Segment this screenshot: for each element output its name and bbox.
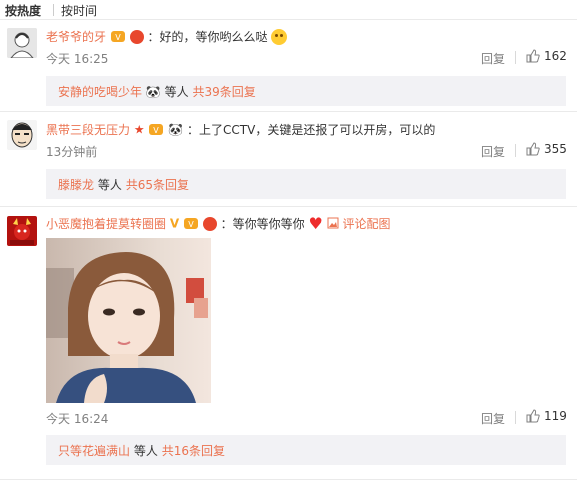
reply-button[interactable]: 回复 <box>481 410 505 427</box>
avatar[interactable] <box>7 216 37 246</box>
avatar-portrait-icon <box>7 28 37 58</box>
comment-author[interactable]: 老爷爷的牙 <box>46 30 106 44</box>
comment-author[interactable]: 黑带三段无压力 <box>46 123 130 137</box>
divider <box>0 206 577 207</box>
vip-badge-icon: V <box>183 216 199 232</box>
reply-preview-text: 只等花遍满山 等人 共16条回复 <box>58 442 225 459</box>
reply-preview[interactable]: 安静的吃喝少年 🐼 等人 共39条回复 <box>46 76 566 106</box>
comment-time: 今天 16:25 <box>46 52 109 66</box>
thumbs-up-icon <box>526 409 540 423</box>
like-button[interactable]: 162 <box>526 49 567 63</box>
comment-author[interactable]: 小恶魔抱着提莫转圈圈 <box>46 217 166 231</box>
reply-preview[interactable]: 滕滕龙 等人 共65条回复 <box>46 169 566 199</box>
comment-text-line: 黑带三段无压力 ★ V 🐼 ：上了CCTV，关键是还报了可以开房，可以的 <box>46 121 435 138</box>
like-count: 119 <box>544 409 567 423</box>
like-count: 355 <box>544 142 567 156</box>
comment-text-line: 小恶魔抱着提莫转圈圈 V V ：等你等你等你 ♥ 评论配图 <box>46 215 390 232</box>
svg-text:V: V <box>188 220 194 229</box>
reply-count-link[interactable]: 共39条回复 <box>192 85 255 99</box>
reply-preview[interactable]: 只等花遍满山 等人 共16条回复 <box>46 435 566 465</box>
verified-v-icon: V <box>169 216 180 231</box>
comment-time: 13分钟前 <box>46 145 98 159</box>
panda-icon: 🐼 <box>145 85 161 99</box>
star-badge-icon: ★ <box>133 122 145 137</box>
sort-by-hot-tab[interactable]: 按热度 <box>5 2 41 19</box>
reply-user[interactable]: 安静的吃喝少年 <box>58 85 142 99</box>
reply-button[interactable]: 回复 <box>481 143 505 160</box>
kiss-emoji-icon <box>271 28 288 45</box>
divider <box>0 111 577 112</box>
comment-body: ：等你等你等你 <box>220 217 305 231</box>
comment-time: 今天 16:24 <box>46 412 109 426</box>
heart-icon: ♥ <box>308 213 323 233</box>
comment-body: ：上了CCTV，关键是还报了可以开房，可以的 <box>187 123 436 137</box>
comment-body: ：好的，等你哟么么哒 <box>147 30 268 44</box>
avatar[interactable] <box>7 28 37 58</box>
red-medal-icon <box>202 216 217 231</box>
divider <box>0 479 577 480</box>
image-icon <box>327 217 339 229</box>
reply-user[interactable]: 滕滕龙 <box>58 178 94 192</box>
reply-user[interactable]: 只等花遍满山 <box>58 444 130 458</box>
thumbs-up-icon <box>526 142 540 156</box>
vip-badge-icon: V <box>148 122 164 138</box>
reply-suffix: 等人 <box>133 444 158 458</box>
action-divider <box>515 51 516 64</box>
reply-button[interactable]: 回复 <box>481 50 505 67</box>
portrait-photo <box>46 238 211 403</box>
panda-icon: 🐼 <box>168 122 184 137</box>
reply-preview-text: 滕滕龙 等人 共65条回复 <box>58 176 189 193</box>
action-divider <box>515 144 516 157</box>
vip-badge-icon: V <box>110 29 126 45</box>
comment-image[interactable] <box>46 238 211 403</box>
reply-preview-text: 安静的吃喝少年 🐼 等人 共39条回复 <box>58 83 256 100</box>
comment-image-label: 评论配图 <box>342 217 391 231</box>
like-button[interactable]: 119 <box>526 409 567 423</box>
sort-bar: 按热度 按时间 <box>0 0 577 20</box>
comment-text-line: 老爷爷的牙 V ：好的，等你哟么么哒 <box>46 28 288 45</box>
avatar[interactable] <box>7 120 37 150</box>
like-button[interactable]: 355 <box>526 142 567 156</box>
avatar-cartoon-icon <box>7 120 37 150</box>
svg-text:V: V <box>154 126 160 135</box>
divider <box>0 19 577 20</box>
reply-suffix: 等人 <box>164 85 189 99</box>
reply-suffix: 等人 <box>97 178 122 192</box>
comment-image-link[interactable]: 评论配图 <box>327 217 391 231</box>
reply-count-link[interactable]: 共16条回复 <box>162 444 225 458</box>
reply-count-link[interactable]: 共65条回复 <box>126 178 189 192</box>
sort-divider <box>53 4 54 16</box>
thumbs-up-icon <box>526 49 540 63</box>
sort-by-time-tab[interactable]: 按时间 <box>61 2 97 19</box>
svg-text:V: V <box>115 33 121 42</box>
avatar-devil-icon <box>7 216 37 246</box>
red-medal-icon <box>129 29 144 44</box>
action-divider <box>515 411 516 424</box>
like-count: 162 <box>544 49 567 63</box>
